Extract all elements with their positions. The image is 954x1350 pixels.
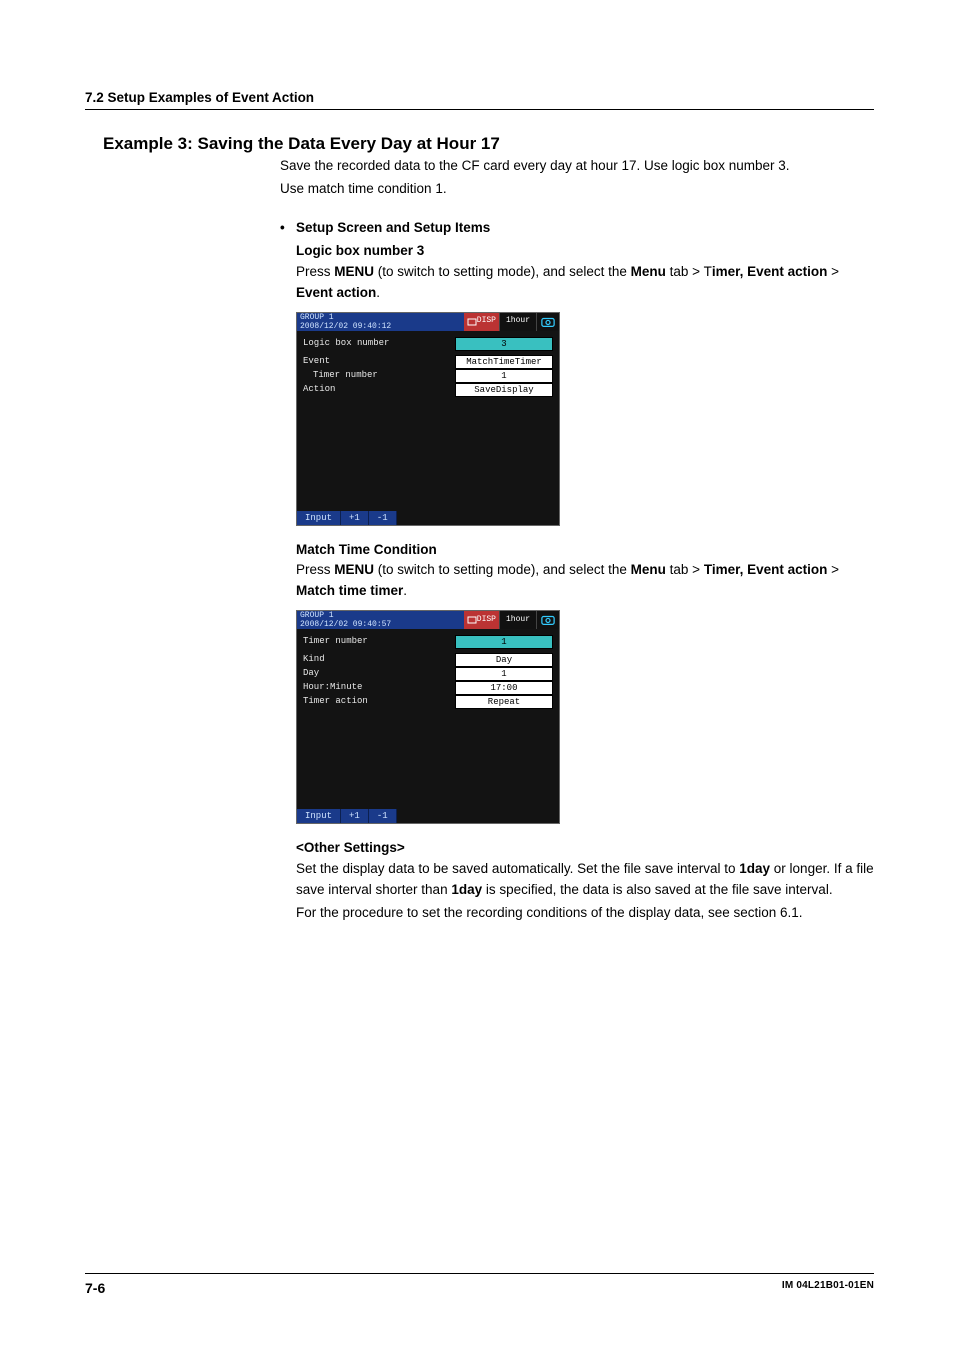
disp-icon bbox=[467, 615, 477, 625]
device-screen-event-action: GROUP 1 2008/12/02 09:40:12 DISP 1hour L… bbox=[296, 312, 560, 526]
instruction-1: Press MENU (to switch to setting mode), … bbox=[296, 262, 874, 304]
field-timer-number-label: Timer number bbox=[303, 369, 455, 383]
plus-one-button[interactable]: +1 bbox=[341, 809, 369, 823]
page-number: 7-6 bbox=[85, 1280, 105, 1296]
minus-one-button[interactable]: -1 bbox=[369, 809, 397, 823]
hour-label: 1hour bbox=[499, 611, 537, 629]
field-hour-minute-label: Hour:Minute bbox=[303, 681, 455, 695]
other-settings-paragraph-1: Set the display data to be saved automat… bbox=[296, 859, 874, 901]
document-id: IM 04L21B01-01EN bbox=[782, 1280, 874, 1296]
device-title-block: GROUP 1 2008/12/02 09:40:12 bbox=[297, 313, 464, 331]
field-timer-action-value[interactable]: Repeat bbox=[455, 695, 553, 709]
example-title: Example 3: Saving the Data Every Day at … bbox=[103, 134, 874, 154]
logic-box-heading: Logic box number 3 bbox=[296, 241, 874, 262]
field-event-value[interactable]: MatchTimeTimer bbox=[455, 355, 553, 369]
field-action-value[interactable]: SaveDisplay bbox=[455, 383, 553, 397]
other-settings-heading: <Other Settings> bbox=[296, 838, 874, 859]
input-button[interactable]: Input bbox=[297, 511, 341, 525]
input-button[interactable]: Input bbox=[297, 809, 341, 823]
field-logic-box-number-label: Logic box number bbox=[303, 337, 455, 351]
field-kind-label: Kind bbox=[303, 653, 455, 667]
setup-heading: Setup Screen and Setup Items bbox=[296, 218, 490, 239]
instruction-2: Press MENU (to switch to setting mode), … bbox=[296, 560, 874, 602]
device-screen-match-time: GROUP 1 2008/12/02 09:40:57 DISP 1hour T… bbox=[296, 610, 560, 824]
field-timer-number-value[interactable]: 1 bbox=[455, 635, 553, 649]
camera-icon bbox=[537, 313, 559, 331]
bullet-dot-icon: • bbox=[280, 218, 296, 239]
field-timer-number-label: Timer number bbox=[303, 635, 455, 649]
field-day-label: Day bbox=[303, 667, 455, 681]
disp-icon bbox=[467, 317, 477, 327]
field-day-value[interactable]: 1 bbox=[455, 667, 553, 681]
field-kind-value[interactable]: Day bbox=[455, 653, 553, 667]
disp-badge: DISP bbox=[464, 313, 499, 331]
intro-line-1: Save the recorded data to the CF card ev… bbox=[280, 156, 874, 177]
field-logic-box-number-value[interactable]: 3 bbox=[455, 337, 553, 351]
field-event-label: Event bbox=[303, 355, 455, 369]
camera-icon bbox=[537, 611, 559, 629]
plus-one-button[interactable]: +1 bbox=[341, 511, 369, 525]
minus-one-button[interactable]: -1 bbox=[369, 511, 397, 525]
section-header: 7.2 Setup Examples of Event Action bbox=[85, 90, 874, 110]
match-time-heading: Match Time Condition bbox=[296, 540, 874, 561]
field-hour-minute-value[interactable]: 17:00 bbox=[455, 681, 553, 695]
hour-label: 1hour bbox=[499, 313, 537, 331]
field-timer-action-label: Timer action bbox=[303, 695, 455, 709]
page-footer: 7-6 IM 04L21B01-01EN bbox=[85, 1273, 874, 1296]
field-action-label: Action bbox=[303, 383, 455, 397]
disp-badge: DISP bbox=[464, 611, 499, 629]
field-timer-number-value[interactable]: 1 bbox=[455, 369, 553, 383]
other-settings-paragraph-2: For the procedure to set the recording c… bbox=[296, 903, 874, 924]
device-title-block: GROUP 1 2008/12/02 09:40:57 bbox=[297, 611, 464, 629]
intro-line-2: Use match time condition 1. bbox=[280, 179, 874, 200]
